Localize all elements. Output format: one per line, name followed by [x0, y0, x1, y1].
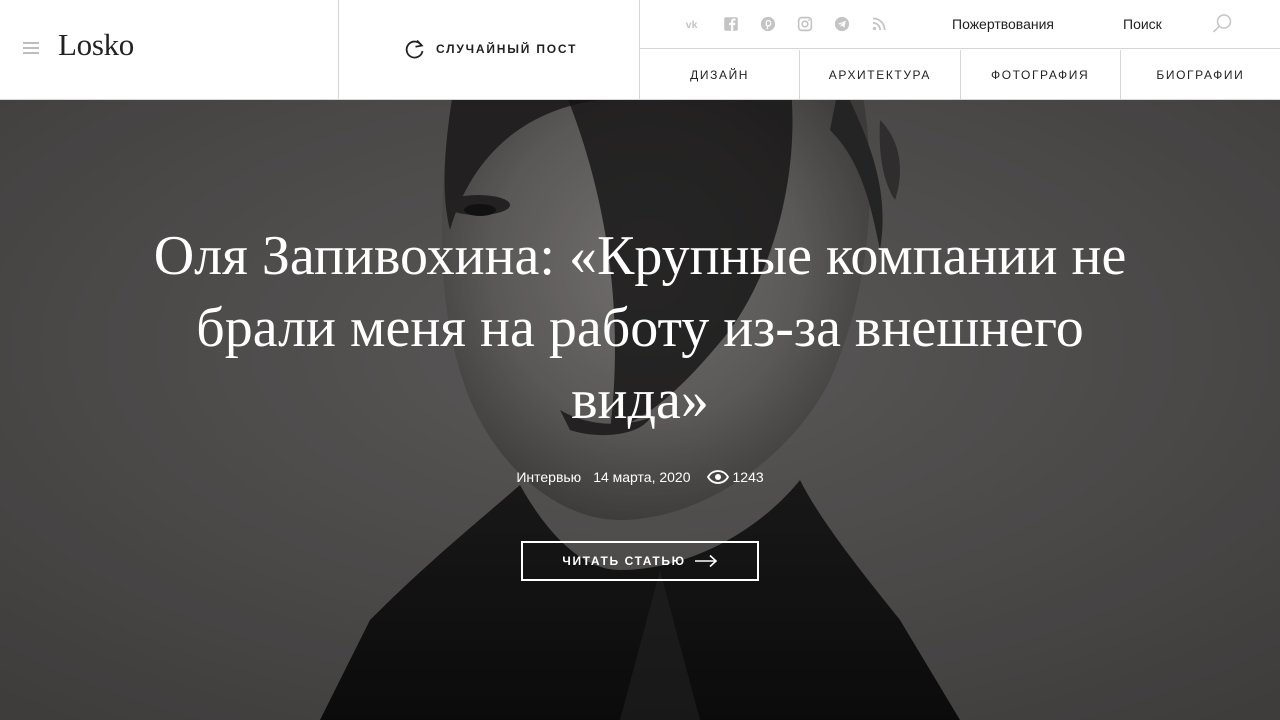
vk-icon[interactable]: vk [684, 14, 704, 34]
read-article-label: ЧИТАТЬ СТАТЬЮ [562, 554, 686, 568]
search-link[interactable]: Поиск [1123, 16, 1162, 32]
article-category[interactable]: Интервью [516, 469, 581, 485]
random-post-button[interactable]: СЛУЧАЙНЫЙ ПОСТ [403, 36, 577, 62]
facebook-icon[interactable] [721, 14, 741, 34]
site-header: Losko СЛУЧАЙНЫЙ ПОСТ vk Пожертвования По… [0, 0, 1280, 100]
random-post-cell: СЛУЧАЙНЫЙ ПОСТ [339, 0, 640, 99]
logo-cell: Losko [0, 0, 339, 99]
category-design[interactable]: ДИЗАЙН [640, 50, 801, 99]
pinterest-icon[interactable] [758, 14, 778, 34]
social-links: vk [684, 14, 906, 34]
random-post-label: СЛУЧАЙНЫЙ ПОСТ [436, 42, 578, 56]
article-title[interactable]: Оля Запивохина: «Крупные компании не бра… [140, 220, 1140, 436]
header-right: vk Пожертвования Поиск ДИЗАЙН АРХИТЕКТУР… [640, 0, 1280, 99]
category-architecture[interactable]: АРХИТЕКТУРА [800, 50, 961, 99]
eye-icon [706, 470, 729, 484]
telegram-icon[interactable] [832, 14, 852, 34]
refresh-icon [405, 39, 424, 59]
category-nav: ДИЗАЙН АРХИТЕКТУРА ФОТОГРАФИЯ БИОГРАФИИ [640, 50, 1280, 99]
donate-link[interactable]: Пожертвования [952, 16, 1054, 32]
instagram-icon[interactable] [795, 14, 815, 34]
read-article-button[interactable]: ЧИТАТЬ СТАТЬЮ [521, 541, 759, 581]
menu-icon[interactable] [23, 42, 39, 54]
hero-section: Оля Запивохина: «Крупные компании не бра… [0, 100, 1280, 720]
rss-icon[interactable] [869, 14, 889, 34]
search-icon[interactable] [1210, 12, 1234, 36]
svg-text:vk: vk [686, 19, 698, 31]
views-count: 1243 [732, 469, 764, 485]
site-logo[interactable]: Losko [58, 27, 134, 63]
header-top-row: vk Пожертвования Поиск [640, 0, 1280, 49]
article-meta: Интервью 14 марта, 2020 1243 [0, 469, 1280, 485]
category-biographies[interactable]: БИОГРАФИИ [1121, 50, 1280, 99]
category-photography[interactable]: ФОТОГРАФИЯ [961, 50, 1121, 99]
article-views: 1243 [706, 469, 764, 485]
arrow-right-icon [694, 554, 717, 568]
article-date: 14 марта, 2020 [593, 469, 691, 485]
